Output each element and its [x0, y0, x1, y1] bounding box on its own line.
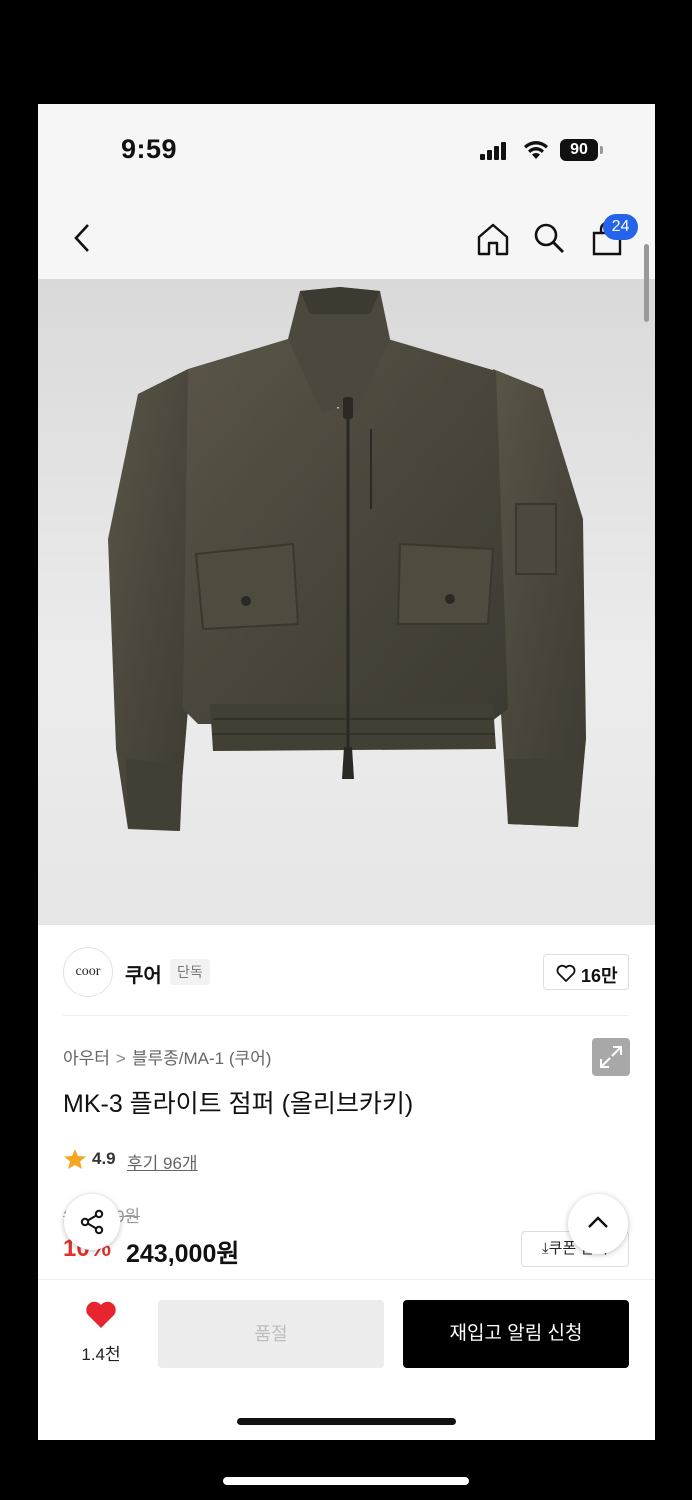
- review-count-link[interactable]: 후기 96개: [127, 1149, 198, 1174]
- search-icon[interactable]: [532, 221, 566, 255]
- product-title: MK-3 플라이트 점퍼 (올리브카키): [63, 1090, 414, 1118]
- rating-score: 4.9: [92, 1149, 116, 1168]
- wifi-icon: [524, 141, 548, 159]
- status-bar: 9:59 90: [38, 104, 655, 199]
- outer-home-indicator: [223, 1477, 469, 1485]
- app-screen: 9:59 90 24 coor 쿠어 단독 16만 아우터 > 블루종/MA-1…: [38, 104, 655, 1440]
- purchase-bar: 1.4천 품절 재입고 알림 신청: [38, 1279, 655, 1440]
- heart-outline-icon: [556, 964, 576, 982]
- expand-icon: [600, 1046, 622, 1068]
- breadcrumb: 아우터 > 블루종/MA-1 (쿠어): [63, 1044, 271, 1069]
- sale-price: 243,000원: [126, 1240, 240, 1268]
- status-time: 9:59: [121, 134, 178, 164]
- divider: [63, 1015, 629, 1016]
- product-image[interactable]: [38, 279, 655, 1076]
- brand-name[interactable]: 쿠어: [125, 959, 162, 988]
- jacket-illustration: [108, 287, 586, 831]
- brand-like-count: 16만: [581, 966, 618, 986]
- download-icon: ⤓: [541, 1240, 549, 1257]
- exclusive-badge: 단독: [170, 959, 210, 985]
- star-icon: [64, 1149, 86, 1169]
- scrollbar[interactable]: [644, 244, 649, 322]
- heart-filled-icon: [86, 1301, 116, 1328]
- top-navigation: [38, 199, 655, 279]
- sold-out-button: 품절: [158, 1300, 384, 1368]
- chevron-up-icon: [588, 1216, 608, 1228]
- brand-logo[interactable]: coor: [63, 947, 113, 997]
- wishlist-button[interactable]: 1.4천: [78, 1300, 124, 1366]
- restock-notify-button[interactable]: 재입고 알림 신청: [403, 1300, 629, 1368]
- home-indicator: [237, 1418, 456, 1425]
- home-icon[interactable]: [475, 221, 511, 257]
- wishlist-count: 1.4천: [81, 1345, 121, 1364]
- scroll-to-top-button[interactable]: [568, 1194, 628, 1254]
- share-button[interactable]: [64, 1194, 120, 1250]
- share-icon: [80, 1209, 104, 1235]
- cart-count-badge: 24: [603, 214, 638, 240]
- back-arrow-icon[interactable]: [70, 221, 94, 255]
- brand-like-button[interactable]: 16만: [543, 954, 629, 990]
- battery-icon: 90: [560, 139, 603, 161]
- cellular-signal-icon: [480, 142, 508, 160]
- breadcrumb-subcategory[interactable]: 블루종/MA-1 (쿠어): [132, 1049, 272, 1068]
- breadcrumb-category[interactable]: 아우터: [63, 1049, 110, 1068]
- expand-image-button[interactable]: [592, 1038, 630, 1076]
- chevron-right-icon: >: [115, 1049, 126, 1068]
